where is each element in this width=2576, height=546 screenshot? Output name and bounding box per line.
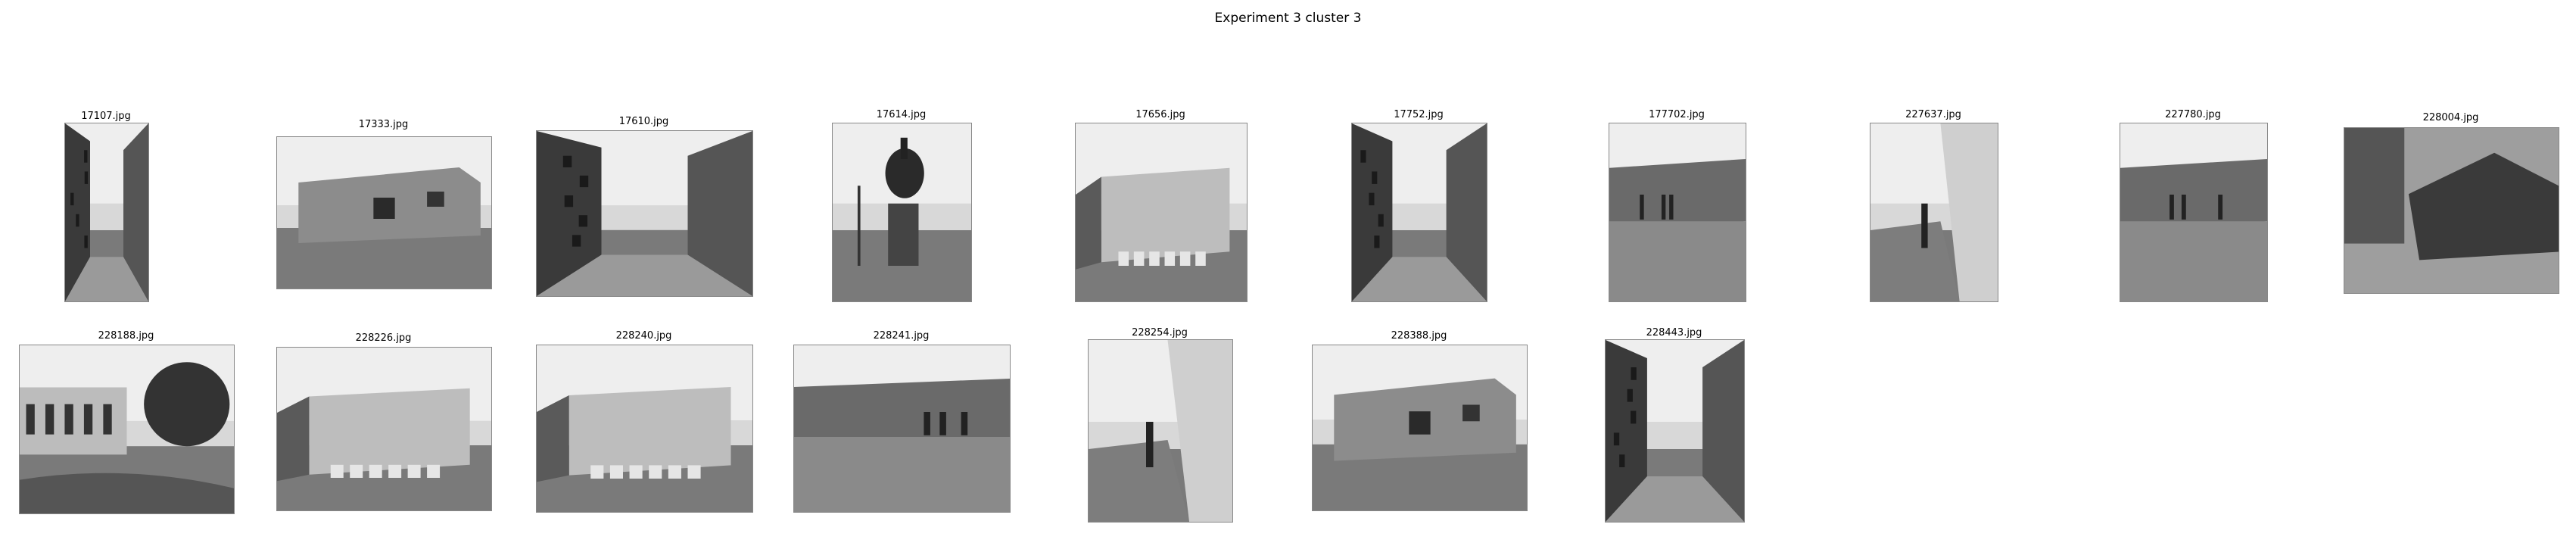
- photo: [832, 123, 972, 302]
- image-thumbnail: 17107.jpg: [53, 106, 273, 310]
- image-filename-label: 177702.jpg: [1649, 109, 1705, 120]
- image-filename-label: 227637.jpg: [1905, 109, 1961, 120]
- image-thumbnail: 228443.jpg: [1597, 326, 1817, 530]
- image-thumbnail: 228254.jpg: [1079, 326, 1298, 530]
- image-thumbnail: 228388.jpg: [1302, 326, 1528, 530]
- image-filename-label: 17656.jpg: [1135, 109, 1185, 120]
- image-filename-label: 228254.jpg: [1132, 327, 1188, 339]
- figure-title: Experiment 3 cluster 3: [1214, 11, 1362, 26]
- photo: [1609, 123, 1746, 302]
- photo: [1312, 345, 1528, 511]
- photo: [1351, 123, 1487, 302]
- photo: [19, 345, 235, 514]
- image-filename-label: 228443.jpg: [1646, 327, 1702, 339]
- image-thumbnail: 17614.jpg: [818, 106, 1037, 310]
- image-filename-label: 227780.jpg: [2165, 109, 2221, 120]
- image-thumbnail: 17752.jpg: [1310, 106, 1529, 310]
- image-thumbnail: 177702.jpg: [1567, 106, 1786, 310]
- photo: [276, 136, 492, 289]
- photo: [2120, 123, 2268, 302]
- photo: [1088, 339, 1233, 523]
- image-filename-label: 228004.jpg: [2422, 112, 2479, 123]
- image-filename-label: 228240.jpg: [615, 330, 672, 342]
- image-filename-label: 17333.jpg: [358, 119, 409, 130]
- photo: [276, 347, 492, 511]
- image-thumbnail: 228240.jpg: [530, 326, 753, 530]
- photo: [1605, 339, 1745, 523]
- photo: [64, 123, 149, 302]
- photo: [536, 130, 753, 297]
- image-filename-label: 228388.jpg: [1391, 330, 1447, 342]
- photo: [536, 345, 753, 513]
- image-filename-label: 228241.jpg: [873, 330, 930, 342]
- image-filename-label: 17614.jpg: [876, 109, 927, 120]
- image-filename-label: 17107.jpg: [81, 111, 131, 122]
- photo: [1870, 123, 1998, 302]
- image-filename-label: 17752.jpg: [1394, 109, 1444, 120]
- image-filename-label: 228226.jpg: [355, 332, 412, 344]
- image-thumbnail: 17656.jpg: [1052, 106, 1272, 310]
- image-thumbnail: 17333.jpg: [269, 106, 492, 310]
- image-thumbnail: 228241.jpg: [787, 326, 1011, 530]
- photo: [1075, 123, 1248, 302]
- photo: [793, 345, 1011, 513]
- image-thumbnail: 228004.jpg: [2331, 106, 2559, 310]
- image-thumbnail: 17610.jpg: [530, 106, 753, 310]
- image-thumbnail: 227637.jpg: [1832, 106, 2051, 310]
- image-filename-label: 17610.jpg: [618, 116, 669, 127]
- photo: [2344, 127, 2559, 294]
- image-thumbnail: 227780.jpg: [2097, 106, 2316, 310]
- image-filename-label: 228188.jpg: [98, 330, 154, 342]
- image-thumbnail: 228188.jpg: [11, 326, 235, 530]
- image-thumbnail: 228226.jpg: [269, 326, 492, 530]
